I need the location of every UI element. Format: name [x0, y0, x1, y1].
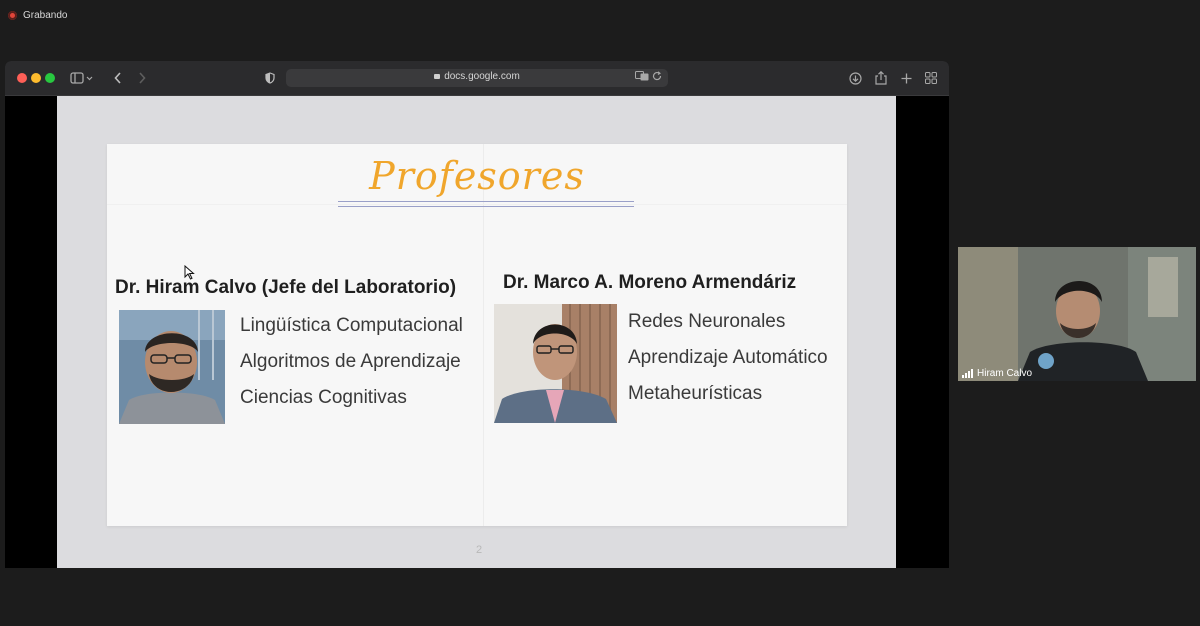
record-icon: [8, 11, 17, 20]
maximize-window-button[interactable]: [45, 73, 55, 83]
close-window-button[interactable]: [17, 73, 27, 83]
address-bar[interactable]: docs.google.com: [286, 69, 668, 87]
title-underline: [338, 201, 634, 207]
browser-window: docs.google.com Profesores Dr. Hiram Cal…: [5, 61, 949, 568]
share-icon[interactable]: [874, 69, 888, 87]
participant-video-tile[interactable]: Hiram Calvo: [958, 247, 1196, 381]
participant-name: Hiram Calvo: [977, 368, 1033, 379]
professor-2-area-2: Aprendizaje Automático: [628, 347, 828, 368]
professor-1-area-1: Lingüística Computacional: [240, 315, 463, 336]
url-text: docs.google.com: [444, 71, 520, 82]
recording-indicator: Grabando: [8, 10, 67, 21]
translate-icon[interactable]: [635, 71, 652, 84]
professor-name-1: Dr. Hiram Calvo (Jefe del Laboratorio): [115, 277, 457, 298]
professor-2-area-3: Metaheurísticas: [628, 383, 763, 404]
lock-icon: [434, 74, 441, 79]
recording-label: Grabando: [23, 10, 68, 21]
professor-photo-1: [119, 310, 225, 424]
shield-icon[interactable]: [263, 69, 277, 87]
cursor-icon: [184, 264, 195, 285]
page-number: 2: [476, 544, 483, 556]
professor-1-area-2: Algoritmos de Aprendizaje: [240, 351, 461, 372]
new-tab-icon[interactable]: [899, 69, 913, 87]
professor-2-area-1: Redes Neuronales: [628, 311, 786, 332]
slide-title: Profesores: [369, 154, 585, 198]
download-icon[interactable]: [848, 69, 862, 87]
browser-toolbar: docs.google.com: [5, 61, 949, 96]
reload-icon[interactable]: [652, 71, 662, 84]
professor-name-2: Dr. Marco A. Moreno Armendáriz: [503, 272, 797, 293]
professor-photo-2: [494, 304, 617, 423]
signal-icon: [962, 369, 973, 378]
back-icon[interactable]: [111, 69, 125, 87]
professor-1-area-3: Ciencias Cognitivas: [240, 387, 407, 408]
tab-overview-icon[interactable]: [924, 69, 938, 87]
participant-name-label: Hiram Calvo: [962, 368, 1032, 379]
slide-paper: Profesores Dr. Hiram Calvo (Jefe del Lab…: [107, 144, 847, 526]
forward-icon[interactable]: [135, 69, 149, 87]
presentation-slide: Profesores Dr. Hiram Calvo (Jefe del Lab…: [57, 96, 896, 568]
minimize-window-button[interactable]: [31, 73, 41, 83]
sidebar-icon[interactable]: [69, 69, 95, 87]
